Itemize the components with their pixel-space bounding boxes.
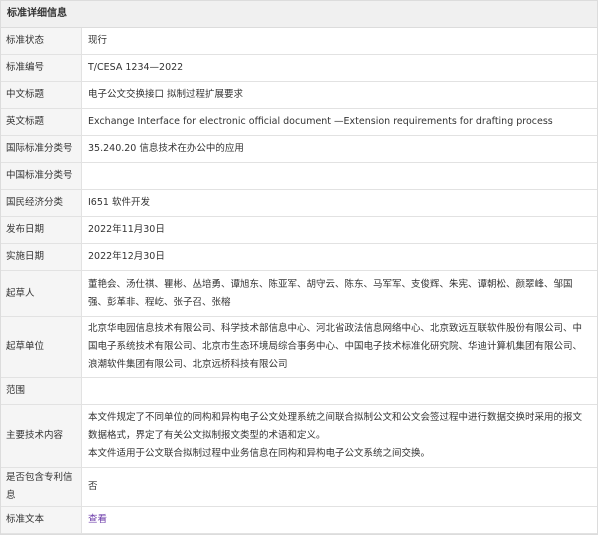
row-value: 电子公文交换接口 拟制过程扩展要求 xyxy=(81,81,597,109)
table-row: 发布日期 2022年11月30日 xyxy=(1,216,597,244)
row-value: 董艳会、汤仕祺、瞿彬、丛培勇、谭旭东、陈亚军、胡守云、陈东、马军军、支俊辉、朱宪… xyxy=(81,270,597,317)
table-row: 起草单位 北京华电园信息技术有限公司、科学技术部信息中心、河北省政法信息网络中心… xyxy=(1,316,597,378)
table-row: 主要技术内容 本文件规定了不同单位的同构和异构电子公文处理系统之间联合拟制公文和… xyxy=(1,404,597,468)
row-value: 35.240.20 信息技术在办公中的应用 xyxy=(81,135,597,163)
table-row: 标准文本 查看 xyxy=(1,506,597,534)
row-label: 标准编号 xyxy=(1,54,82,82)
row-value xyxy=(81,162,597,190)
tech-content-paragraph: 本文件适用于公文联合拟制过程中业务信息在同构和异构电子公文系统之间交换。 xyxy=(88,448,431,459)
row-value: 否 xyxy=(81,467,597,507)
row-label: 国民经济分类 xyxy=(1,189,82,217)
row-label: 实施日期 xyxy=(1,243,82,271)
section-title: 标准详细信息 xyxy=(1,1,597,28)
row-value: T/CESA 1234—2022 xyxy=(81,54,597,82)
tech-content-paragraph: 本文件规定了不同单位的同构和异构电子公文处理系统之间联合拟制公文和公文会签过程中… xyxy=(88,412,583,441)
row-label: 中文标题 xyxy=(1,81,82,109)
row-value: 查看 xyxy=(81,506,597,534)
table-row: 英文标题 Exchange Interface for electronic o… xyxy=(1,108,597,136)
table-row: 起草人 董艳会、汤仕祺、瞿彬、丛培勇、谭旭东、陈亚军、胡守云、陈东、马军军、支俊… xyxy=(1,270,597,317)
row-label: 中国标准分类号 xyxy=(1,162,82,190)
row-value: 北京华电园信息技术有限公司、科学技术部信息中心、河北省政法信息网络中心、北京致远… xyxy=(81,316,597,378)
row-label: 标准状态 xyxy=(1,28,82,55)
table-row: 国民经济分类 I651 软件开发 xyxy=(1,189,597,217)
row-label: 标准文本 xyxy=(1,506,82,534)
table-row: 国际标准分类号 35.240.20 信息技术在办公中的应用 xyxy=(1,135,597,163)
row-label: 国际标准分类号 xyxy=(1,135,82,163)
table-row: 标准编号 T/CESA 1234—2022 xyxy=(1,54,597,82)
row-value: 2022年11月30日 xyxy=(81,216,597,244)
row-label: 发布日期 xyxy=(1,216,82,244)
row-value: 现行 xyxy=(81,28,597,55)
row-label: 起草单位 xyxy=(1,316,82,378)
table-row: 标准状态 现行 xyxy=(1,28,597,55)
row-value: 本文件规定了不同单位的同构和异构电子公文处理系统之间联合拟制公文和公文会签过程中… xyxy=(81,404,597,468)
row-label: 范围 xyxy=(1,377,82,405)
row-label: 英文标题 xyxy=(1,108,82,136)
row-value: I651 软件开发 xyxy=(81,189,597,217)
table-row: 是否包含专利信息 否 xyxy=(1,467,597,507)
row-value: Exchange Interface for electronic offici… xyxy=(81,108,597,136)
table-row: 范围 xyxy=(1,377,597,405)
row-value xyxy=(81,377,597,405)
table-row: 实施日期 2022年12月30日 xyxy=(1,243,597,271)
table-row: 中国标准分类号 xyxy=(1,162,597,190)
detail-table: 标准状态 现行 标准编号 T/CESA 1234—2022 中文标题 电子公文交… xyxy=(1,28,597,534)
row-label: 起草人 xyxy=(1,270,82,317)
table-row: 中文标题 电子公文交换接口 拟制过程扩展要求 xyxy=(1,81,597,109)
row-value: 2022年12月30日 xyxy=(81,243,597,271)
row-label: 是否包含专利信息 xyxy=(1,467,82,507)
row-label: 主要技术内容 xyxy=(1,404,82,468)
standard-detail-panel: 标准详细信息 标准状态 现行 标准编号 T/CESA 1234—2022 中文标… xyxy=(0,0,598,535)
view-standard-link[interactable]: 查看 xyxy=(88,514,107,525)
